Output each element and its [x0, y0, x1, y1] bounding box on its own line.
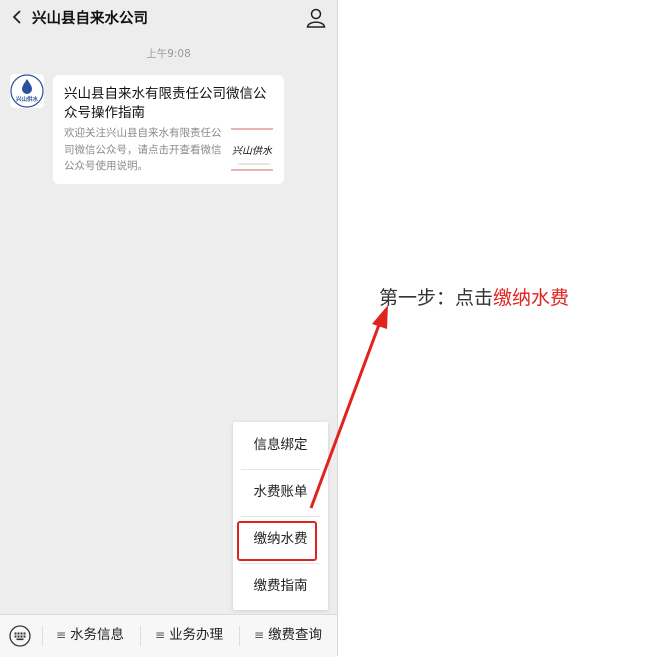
tab-label: 水务信息: [70, 627, 125, 643]
article-description: 欢迎关注兴山县自来水有限责任公司微信公众号，请点击开查看微信公众号使用说明。: [64, 127, 222, 172]
tab-divider: [42, 626, 43, 646]
svg-text:兴山供水: 兴山供水: [16, 95, 39, 103]
article-thumbnail: 兴山供水: [228, 126, 276, 174]
tab-payment-query[interactable]: ≡ 缴费查询: [254, 615, 322, 657]
chat-title: 兴山县自来水公司: [32, 11, 148, 27]
article-title: 兴山县自来水有限责任公司微信公众号操作指南: [64, 86, 267, 121]
water-drop-logo-icon: 兴山供水: [10, 74, 44, 108]
tab-water-info[interactable]: ≡ 水务信息: [56, 615, 124, 657]
highlight-box: [237, 521, 317, 561]
message-timestamp: 上午9:08: [146, 48, 191, 60]
bottom-menu-bar: ≡ 水务信息 ≡ 业务办理 ≡ 缴费查询: [0, 614, 337, 657]
wechat-phone-screen: 兴山县自来水公司 上午9:08 兴山供水 兴山县自来水有限责任公司微信公众号操作…: [0, 0, 338, 657]
tab-divider: [140, 626, 141, 646]
instruction-step-one: 第一步：点击缴纳水费: [379, 283, 569, 310]
instruction-highlight: 缴纳水费: [493, 287, 570, 309]
tab-label: 缴费查询: [268, 627, 323, 643]
svg-text:兴山供水: 兴山供水: [232, 145, 273, 157]
official-account-avatar[interactable]: 兴山供水: [10, 74, 44, 108]
keyboard-icon[interactable]: [9, 625, 31, 647]
menu-item-payment-guide[interactable]: 缴费指南: [233, 563, 328, 610]
tab-divider: [239, 626, 240, 646]
menu-lines-icon: ≡: [254, 628, 265, 642]
back-arrow-icon[interactable]: [12, 9, 22, 25]
menu-item-water-bill[interactable]: 水费账单: [233, 469, 328, 516]
chat-header: 兴山县自来水公司: [0, 0, 337, 36]
menu-lines-icon: ≡: [56, 628, 67, 642]
menu-lines-icon: ≡: [155, 628, 166, 642]
instruction-prefix: 第一步：点击: [379, 287, 494, 309]
user-icon[interactable]: [305, 7, 327, 29]
tab-label: 业务办理: [169, 627, 224, 643]
menu-item-info-binding[interactable]: 信息绑定: [233, 422, 328, 469]
tab-business[interactable]: ≡ 业务办理: [155, 615, 223, 657]
article-card[interactable]: 兴山县自来水有限责任公司微信公众号操作指南 欢迎关注兴山县自来水有限责任公司微信…: [53, 75, 284, 184]
custom-menu-popup: 信息绑定 水费账单 缴纳水费 缴费指南: [233, 422, 328, 610]
